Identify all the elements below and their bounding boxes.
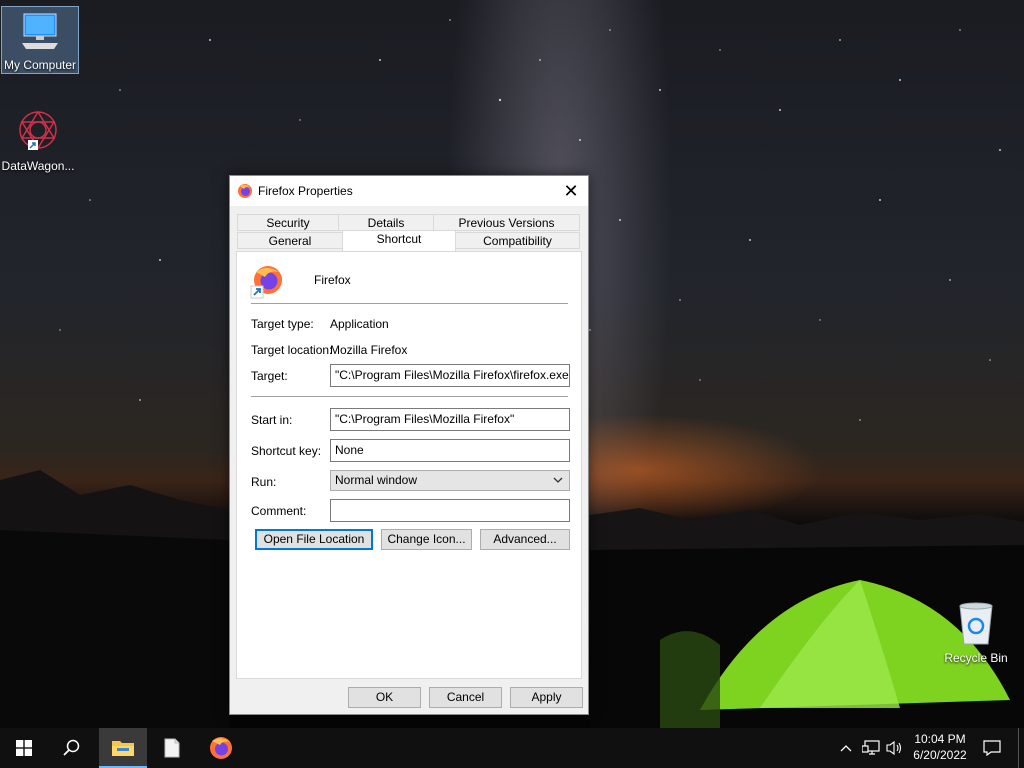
- shortcut-key-input[interactable]: None: [330, 439, 570, 462]
- search-icon: [63, 739, 80, 756]
- network-icon: [862, 740, 880, 755]
- open-file-location-button[interactable]: Open File Location: [255, 529, 373, 550]
- desktop-icon-recycle-bin[interactable]: Recycle Bin: [938, 600, 1014, 665]
- tab-security[interactable]: Security: [237, 214, 339, 231]
- apply-button[interactable]: Apply: [510, 687, 583, 708]
- target-location-label: Target location:: [251, 343, 333, 357]
- title-bar[interactable]: Firefox Properties ✕: [230, 176, 588, 206]
- run-label: Run:: [251, 475, 277, 489]
- clock[interactable]: 10:04 PM 6/20/2022: [900, 728, 980, 768]
- tab-details[interactable]: Details: [338, 214, 434, 231]
- change-icon-button[interactable]: Change Icon...: [381, 529, 472, 550]
- folder-icon: [112, 741, 134, 756]
- tab-previous-versions[interactable]: Previous Versions: [433, 214, 580, 231]
- tab-general[interactable]: General: [237, 232, 343, 249]
- firefox-icon: [210, 737, 232, 759]
- ok-button[interactable]: OK: [348, 687, 421, 708]
- taskbar-notepad[interactable]: [150, 728, 194, 768]
- desktop-icon-datawagon[interactable]: DataWagon...: [0, 106, 76, 173]
- shortcut-tab-panel: Firefox Target type: Application Target …: [236, 251, 582, 679]
- run-select[interactable]: Normal window: [330, 470, 570, 491]
- document-icon: [164, 738, 180, 758]
- target-type-label: Target type:: [251, 317, 314, 331]
- tab-compatibility[interactable]: Compatibility: [455, 232, 580, 249]
- clock-time: 10:04 PM: [914, 732, 966, 746]
- chevron-down-icon: [553, 477, 563, 483]
- shortcut-key-label: Shortcut key:: [251, 444, 322, 458]
- recycle-bin-icon: [959, 602, 993, 645]
- start-button[interactable]: [0, 728, 48, 768]
- desktop-icon-label: DataWagon...: [1, 159, 75, 173]
- start-in-label: Start in:: [251, 413, 293, 427]
- clock-text: 10:04 PM 6/20/2022: [900, 731, 980, 763]
- show-desktop-button[interactable]: [1018, 728, 1024, 768]
- action-center-button[interactable]: [978, 728, 1006, 768]
- notification-icon: [983, 740, 1001, 756]
- chevron-up-icon: [840, 745, 852, 752]
- separator: [251, 303, 568, 304]
- desktop-icon-my-computer[interactable]: My Computer: [1, 6, 79, 74]
- close-button[interactable]: ✕: [554, 176, 588, 206]
- search-button[interactable]: [48, 728, 96, 768]
- target-input[interactable]: "C:\Program Files\Mozilla Firefox\firefo…: [330, 364, 570, 387]
- network-button[interactable]: [860, 728, 882, 768]
- cancel-button[interactable]: Cancel: [429, 687, 502, 708]
- run-select-value: Normal window: [335, 473, 418, 487]
- windows-logo-icon: [16, 740, 32, 756]
- tab-shortcut[interactable]: Shortcut: [342, 230, 456, 251]
- datawagon-icon: [19, 110, 57, 150]
- firefox-app-icon: [250, 266, 282, 299]
- comment-input[interactable]: [330, 499, 570, 522]
- comment-label: Comment:: [251, 504, 307, 518]
- taskbar: 10:04 PM 6/20/2022: [0, 728, 1024, 768]
- taskbar-file-explorer[interactable]: [99, 728, 147, 768]
- advanced-button[interactable]: Advanced...: [480, 529, 570, 550]
- show-hidden-icons-button[interactable]: [836, 728, 856, 768]
- target-location-value: Mozilla Firefox: [330, 343, 408, 357]
- taskbar-firefox[interactable]: [198, 728, 244, 768]
- desktop-icon-label: My Computer: [3, 58, 77, 72]
- properties-dialog: Firefox Properties ✕ Security Details Pr…: [229, 175, 589, 715]
- dialog-title: Firefox Properties: [258, 184, 353, 198]
- close-icon: ✕: [563, 181, 579, 201]
- clock-date: 6/20/2022: [913, 748, 967, 762]
- target-type-value: Application: [330, 317, 389, 331]
- start-in-input[interactable]: "C:\Program Files\Mozilla Firefox": [330, 408, 570, 431]
- separator: [251, 396, 568, 397]
- target-label: Target:: [251, 369, 288, 383]
- desktop-icon-label: Recycle Bin: [944, 651, 1008, 665]
- firefox-icon: [238, 184, 252, 198]
- computer-icon: [22, 13, 58, 49]
- app-name: Firefox: [314, 273, 351, 287]
